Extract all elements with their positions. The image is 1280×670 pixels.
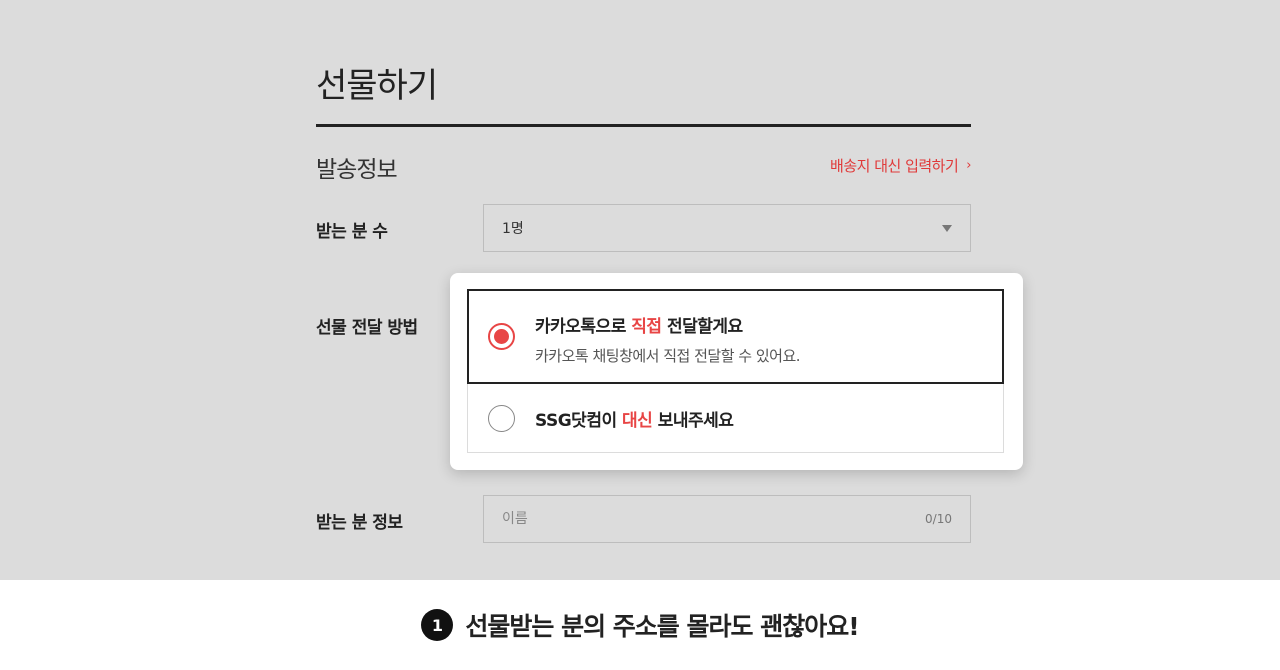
section-title: 발송정보 <box>316 157 398 183</box>
option-title-text: 보내주세요 <box>652 411 734 431</box>
feature-caption: 1 선물받는 분의 주소를 몰라도 괜찮아요! <box>0 580 1280 670</box>
option-direct-kakaotalk[interactable]: 카카오톡으로 직접 전달할게요 카카오톡 채팅창에서 직접 전달할 수 있어요. <box>467 289 1004 384</box>
option-title-text: 카카오톡으로 <box>535 317 632 337</box>
option-title-highlight: 대신 <box>622 411 653 431</box>
dropdown-arrow-icon <box>942 224 952 232</box>
radio-selected-icon[interactable] <box>488 323 515 350</box>
recipients-count-value: 1명 <box>502 221 524 237</box>
option-description: 카카오톡 채팅창에서 직접 전달할 수 있어요. <box>535 347 801 365</box>
recipient-name-field[interactable]: 0/10 <box>483 495 971 543</box>
caption-text: 선물받는 분의 주소를 몰라도 괜찮아요! <box>465 612 859 641</box>
option-title-text: SSG닷컴이 <box>535 411 623 431</box>
recipient-info-label: 받는 분 정보 <box>316 513 403 533</box>
option-title-highlight: 직접 <box>631 317 662 337</box>
radio-unselected-icon[interactable] <box>488 405 515 432</box>
chevron-right-icon: › <box>966 158 971 173</box>
recipient-name-input[interactable] <box>502 511 882 527</box>
gift-form-area: 선물하기 발송정보 배송지 대신 입력하기 › 받는 분 수 1명 선물 전달 … <box>0 0 1280 580</box>
option-ssg-delivery[interactable]: SSG닷컴이 대신 보내주세요 <box>467 383 1004 453</box>
option-title: SSG닷컴이 대신 보내주세요 <box>535 406 734 431</box>
delivery-method-label: 선물 전달 방법 <box>316 318 418 338</box>
char-counter: 0/10 <box>925 512 952 526</box>
step-number-badge: 1 <box>421 609 454 641</box>
option-title-text: 전달할게요 <box>661 317 743 337</box>
recipients-count-label: 받는 분 수 <box>316 222 388 242</box>
delivery-method-popup: 카카오톡으로 직접 전달할게요 카카오톡 채팅창에서 직접 전달할 수 있어요.… <box>450 273 1023 470</box>
page-title: 선물하기 <box>316 66 438 106</box>
alt-link-label: 배송지 대신 입력하기 <box>830 157 959 175</box>
option-title: 카카오톡으로 직접 전달할게요 <box>535 312 743 337</box>
recipients-count-select[interactable]: 1명 <box>483 204 971 252</box>
title-divider <box>316 124 971 127</box>
enter-address-instead-link[interactable]: 배송지 대신 입력하기 › <box>830 155 971 176</box>
